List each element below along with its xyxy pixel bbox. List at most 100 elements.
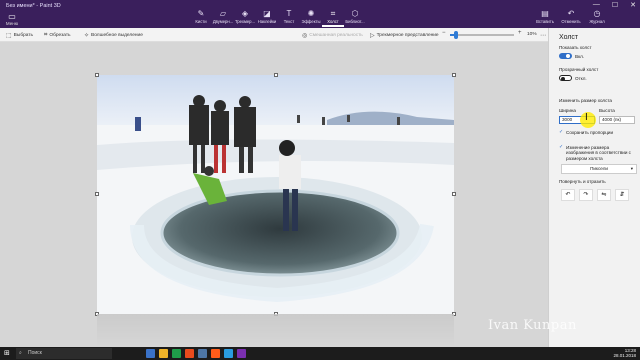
- tool-label: Холст: [327, 19, 339, 24]
- zoom-slider-thumb[interactable]: [454, 31, 459, 39]
- magic-select-label: Волшебное выделение: [91, 33, 143, 38]
- resize-handle-top[interactable]: [274, 73, 278, 77]
- transparent-canvas-toggle[interactable]: [559, 75, 572, 81]
- minimize-button[interactable]: —: [593, 1, 600, 9]
- app-icon[interactable]: [185, 349, 194, 358]
- 3d-view-button[interactable]: ▷ Трехмерное представление: [370, 32, 439, 39]
- sticker-icon: ◪: [263, 9, 271, 18]
- tool-label: Кисти: [195, 19, 207, 24]
- transparent-canvas-label: Прозрачный холст: [559, 67, 599, 72]
- close-button[interactable]: ✕: [630, 1, 636, 9]
- height-input[interactable]: 4000 (пк): [599, 116, 635, 124]
- tool-label: Вставить: [536, 19, 554, 24]
- tool-library[interactable]: ⬡ Библиот...: [344, 9, 366, 27]
- keep-ratio-checkbox[interactable]: ✓: [559, 129, 563, 135]
- units-select[interactable]: Пиксели ▾: [561, 164, 637, 174]
- maximize-button[interactable]: ☐: [612, 1, 618, 9]
- search-placeholder: Поиск: [28, 350, 42, 356]
- shapes3d-icon: ◈: [241, 9, 249, 18]
- windows-start-icon[interactable]: ⊞: [4, 349, 10, 357]
- tool-2d-shapes[interactable]: ▱ Двумерн...: [212, 9, 234, 27]
- mixed-reality-label: Смешанная реальность: [309, 33, 363, 38]
- taskbar: ⊞ ⌕ Поиск 13:28 28.01.2018: [0, 347, 640, 360]
- zoom-slider[interactable]: [450, 31, 514, 39]
- history-icon: ◷: [593, 9, 601, 18]
- shapes2d-icon: ▱: [219, 9, 227, 18]
- effects-icon: ✺: [307, 9, 315, 18]
- menu-label: Меню: [5, 21, 19, 26]
- flip-horizontal-button[interactable]: ⇋: [597, 189, 611, 201]
- taskbar-search[interactable]: ⌕ Поиск: [16, 348, 112, 359]
- ribbon-right-tools: ▤ Вставить ↶ Отменить ◷ Журнал: [532, 9, 610, 27]
- firefox-icon[interactable]: [211, 349, 220, 358]
- text-icon: T: [286, 9, 292, 18]
- brush-icon: ✎: [197, 9, 205, 18]
- explorer-icon[interactable]: [159, 349, 168, 358]
- rotate-left-button[interactable]: ↶: [561, 189, 575, 201]
- system-tray-clock[interactable]: 13:28 28.01.2018: [613, 348, 636, 358]
- menu-button[interactable]: ▭ Меню: [4, 12, 20, 27]
- toggle-knob: [561, 76, 565, 81]
- flip-vertical-button[interactable]: ⇵: [615, 189, 629, 201]
- magic-select-button[interactable]: ✧ Волшебное выделение: [84, 32, 143, 39]
- watermark: Ivan Kunpan: [488, 318, 577, 333]
- paste-icon: ▤: [541, 9, 549, 18]
- history-button[interactable]: ◷ Журнал: [584, 9, 610, 27]
- paint3d-icon[interactable]: [237, 349, 246, 358]
- crop-button[interactable]: ⌗ Обрезать: [44, 32, 71, 39]
- canvas-icon: ⌗: [330, 9, 336, 18]
- telegram-icon[interactable]: [224, 349, 233, 358]
- undo-button[interactable]: ↶ Отменить: [558, 9, 584, 27]
- resize-handle-top-right[interactable]: [452, 73, 456, 77]
- winter-photo: [97, 75, 454, 314]
- canvas-workspace[interactable]: [0, 42, 548, 347]
- panel-title: Холст: [559, 34, 579, 41]
- crop-label: Обрезать: [49, 33, 71, 38]
- tool-label: Библиот...: [345, 19, 365, 24]
- title-ribbon-bar: Без имени* - Paint 3D — ☐ ✕ ▭ Меню ✎ Кист…: [0, 0, 640, 28]
- tool-3d-shapes[interactable]: ◈ Трехмер...: [234, 9, 256, 27]
- canvas-image[interactable]: [97, 75, 454, 314]
- tool-label: Наклейки: [257, 19, 277, 24]
- select-button[interactable]: ⬚ Выбрать: [6, 32, 33, 39]
- resize-handle-top-left[interactable]: [95, 73, 99, 77]
- tool-text[interactable]: T Текст: [278, 9, 300, 27]
- cursor-highlight: [580, 112, 596, 128]
- vk-icon[interactable]: [198, 349, 207, 358]
- window-controls: — ☐ ✕: [593, 1, 636, 9]
- tool-label: Журнал: [589, 19, 605, 24]
- tool-effects[interactable]: ✺ Эффекты: [300, 9, 322, 27]
- ribbon-tools: ✎ Кисти ▱ Двумерн... ◈ Трехмер... ◪ Наклейки…: [190, 9, 366, 27]
- show-canvas-state: Вкл.: [575, 54, 585, 59]
- width-label: Ширина: [559, 108, 576, 113]
- resize-handle-right[interactable]: [452, 192, 456, 196]
- height-label: Высота: [599, 108, 615, 113]
- more-icon[interactable]: ⋯: [540, 32, 546, 39]
- canvas-shadow: [97, 314, 454, 347]
- zoom-out-icon[interactable]: −: [442, 30, 446, 36]
- tool-brushes[interactable]: ✎ Кисти: [190, 9, 212, 27]
- resize-image-checkbox[interactable]: ✓: [559, 144, 563, 150]
- crop-icon: ⌗: [44, 32, 48, 38]
- resize-handle-left[interactable]: [95, 192, 99, 196]
- taskbar-apps: [146, 349, 246, 358]
- tool-label: Трехмер...: [234, 19, 255, 24]
- select-icon: ⬚: [6, 33, 12, 39]
- canvas-panel: Холст Показать холст Вкл. Прозрачный хол…: [548, 28, 640, 347]
- show-canvas-label: Показать холст: [559, 45, 592, 50]
- clock-date: 28.01.2018: [613, 353, 636, 358]
- tool-canvas[interactable]: ⌗ Холст: [322, 9, 344, 27]
- edge-icon[interactable]: [146, 349, 155, 358]
- 3d-view-label: Трехмерное представление: [376, 33, 439, 38]
- show-canvas-toggle[interactable]: [559, 53, 572, 59]
- store-icon[interactable]: [172, 349, 181, 358]
- tool-stickers[interactable]: ◪ Наклейки: [256, 9, 278, 27]
- rotate-right-button[interactable]: ↷: [579, 189, 593, 201]
- tool-label: Отменить: [561, 19, 581, 24]
- zoom-in-icon[interactable]: +: [518, 30, 522, 36]
- mixed-reality-icon: ◎: [302, 33, 308, 39]
- command-bar: ⬚ Выбрать ⌗ Обрезать ✧ Волшебное выделение …: [0, 28, 548, 42]
- mixed-reality-button[interactable]: ◎ Смешанная реальность: [302, 32, 363, 39]
- 3d-view-icon: ▷: [370, 33, 375, 39]
- paste-button[interactable]: ▤ Вставить: [532, 9, 558, 27]
